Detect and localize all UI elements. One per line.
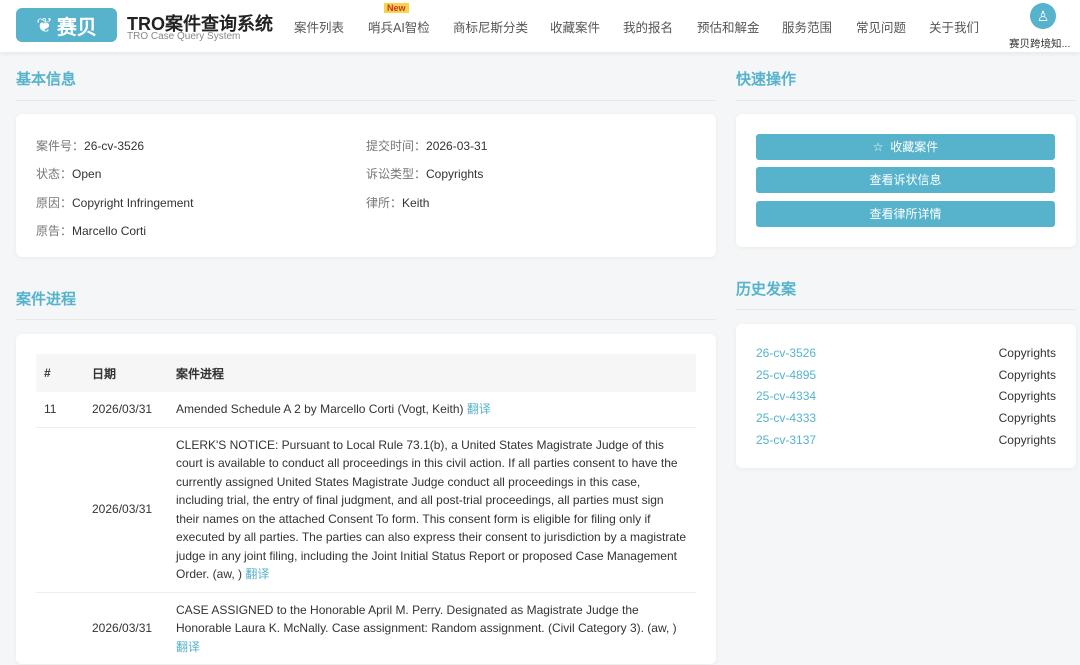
table-header: # 日期 案件进程 bbox=[36, 354, 696, 392]
case-number: 案件号：26-cv-3526 bbox=[36, 139, 145, 153]
user-avatar-icon[interactable]: ♙ bbox=[1030, 3, 1056, 29]
nav-my-signups[interactable]: 我的报名 bbox=[623, 17, 673, 36]
basic-info-card: 案件号：26-cv-3526 提交时间：2026-03-31 状态：Open 诉… bbox=[16, 114, 716, 257]
quick-actions-card: ☆ 收藏案件 查看诉状信息 查看律所详情 bbox=[736, 114, 1076, 247]
history-card: 26-cv-3526 Copyrights 25-cv-4895 Copyright… bbox=[736, 324, 1076, 468]
history-item: 26-cv-3526 Copyrights bbox=[756, 346, 1056, 360]
submit-time: 提交时间：2026-03-31 bbox=[366, 139, 488, 153]
divider bbox=[736, 309, 1076, 310]
history-item: 25-cv-3137 Copyrights bbox=[756, 433, 1056, 447]
cause: 原因：Copyright Infringement bbox=[36, 196, 194, 210]
logo[interactable]: ❦ 赛贝 bbox=[16, 8, 117, 42]
nav-faq[interactable]: 常见问题 bbox=[856, 17, 906, 36]
view-firm-button[interactable]: 查看律所详情 bbox=[756, 201, 1055, 227]
progress-table: # 日期 案件进程 11 2026/03/31 Amended Schedule A 2… bbox=[36, 354, 696, 665]
nav-favorites[interactable]: 收藏案件 bbox=[550, 17, 600, 36]
history-item: 25-cv-4333 Copyrights bbox=[756, 411, 1056, 425]
case-status: 状态：Open bbox=[36, 167, 102, 181]
translate-link[interactable]: 翻译 bbox=[245, 567, 269, 581]
nav-nice-class[interactable]: 商标尼斯分类 bbox=[453, 17, 528, 36]
view-complaint-button[interactable]: 查看诉状信息 bbox=[756, 167, 1055, 193]
table-row: 2026/03/31 CASE ASSIGNED to the Honorable… bbox=[36, 592, 696, 665]
history-item: 25-cv-4895 Copyrights bbox=[756, 368, 1056, 382]
progress-title: 案件进程 bbox=[16, 291, 77, 308]
history-title: 历史发案 bbox=[736, 281, 797, 298]
history-item: 25-cv-4334 Copyrights bbox=[756, 389, 1056, 403]
user-name[interactable]: 赛贝跨境知... bbox=[1009, 36, 1070, 51]
nav-case-list[interactable]: 案件列表 bbox=[294, 17, 344, 36]
translate-link[interactable]: 翻译 bbox=[467, 402, 491, 416]
divider bbox=[16, 319, 716, 320]
plaintiff: 原告：Marcello Corti bbox=[36, 224, 147, 238]
nav-settlement[interactable]: 预估和解金 bbox=[697, 17, 760, 36]
nav-about[interactable]: 关于我们 bbox=[929, 17, 979, 36]
basic-info-title: 基本信息 bbox=[16, 71, 77, 88]
nav-services[interactable]: 服务范围 bbox=[782, 17, 832, 36]
star-icon: ☆ bbox=[872, 140, 884, 154]
suit-type: 诉讼类型：Copyrights bbox=[366, 167, 484, 181]
logo-icon: ❦ bbox=[36, 14, 53, 37]
divider bbox=[736, 100, 1076, 101]
quick-actions-title: 快速操作 bbox=[736, 71, 797, 88]
law-firm: 律所：Keith bbox=[366, 196, 430, 210]
app-subtitle: TRO Case Query System bbox=[127, 31, 241, 42]
favorite-button[interactable]: ☆ 收藏案件 bbox=[756, 134, 1055, 160]
top-nav: ❦ 赛贝 TRO案件查询系统 TRO Case Query System 案件列表… bbox=[0, 0, 1080, 52]
new-badge: New bbox=[384, 3, 409, 13]
table-row: 11 2026/03/31 Amended Schedule A 2 by Marc… bbox=[36, 392, 696, 428]
progress-card: # 日期 案件进程 11 2026/03/31 Amended Schedule A 2… bbox=[16, 334, 716, 665]
divider bbox=[16, 100, 716, 101]
table-row: 2026/03/31 CLERK'S NOTICE: Pursuant to Lo… bbox=[36, 427, 696, 593]
translate-link[interactable]: 翻译 bbox=[176, 640, 200, 654]
nav-ai-check[interactable]: 哨兵AI智检 bbox=[368, 17, 430, 36]
